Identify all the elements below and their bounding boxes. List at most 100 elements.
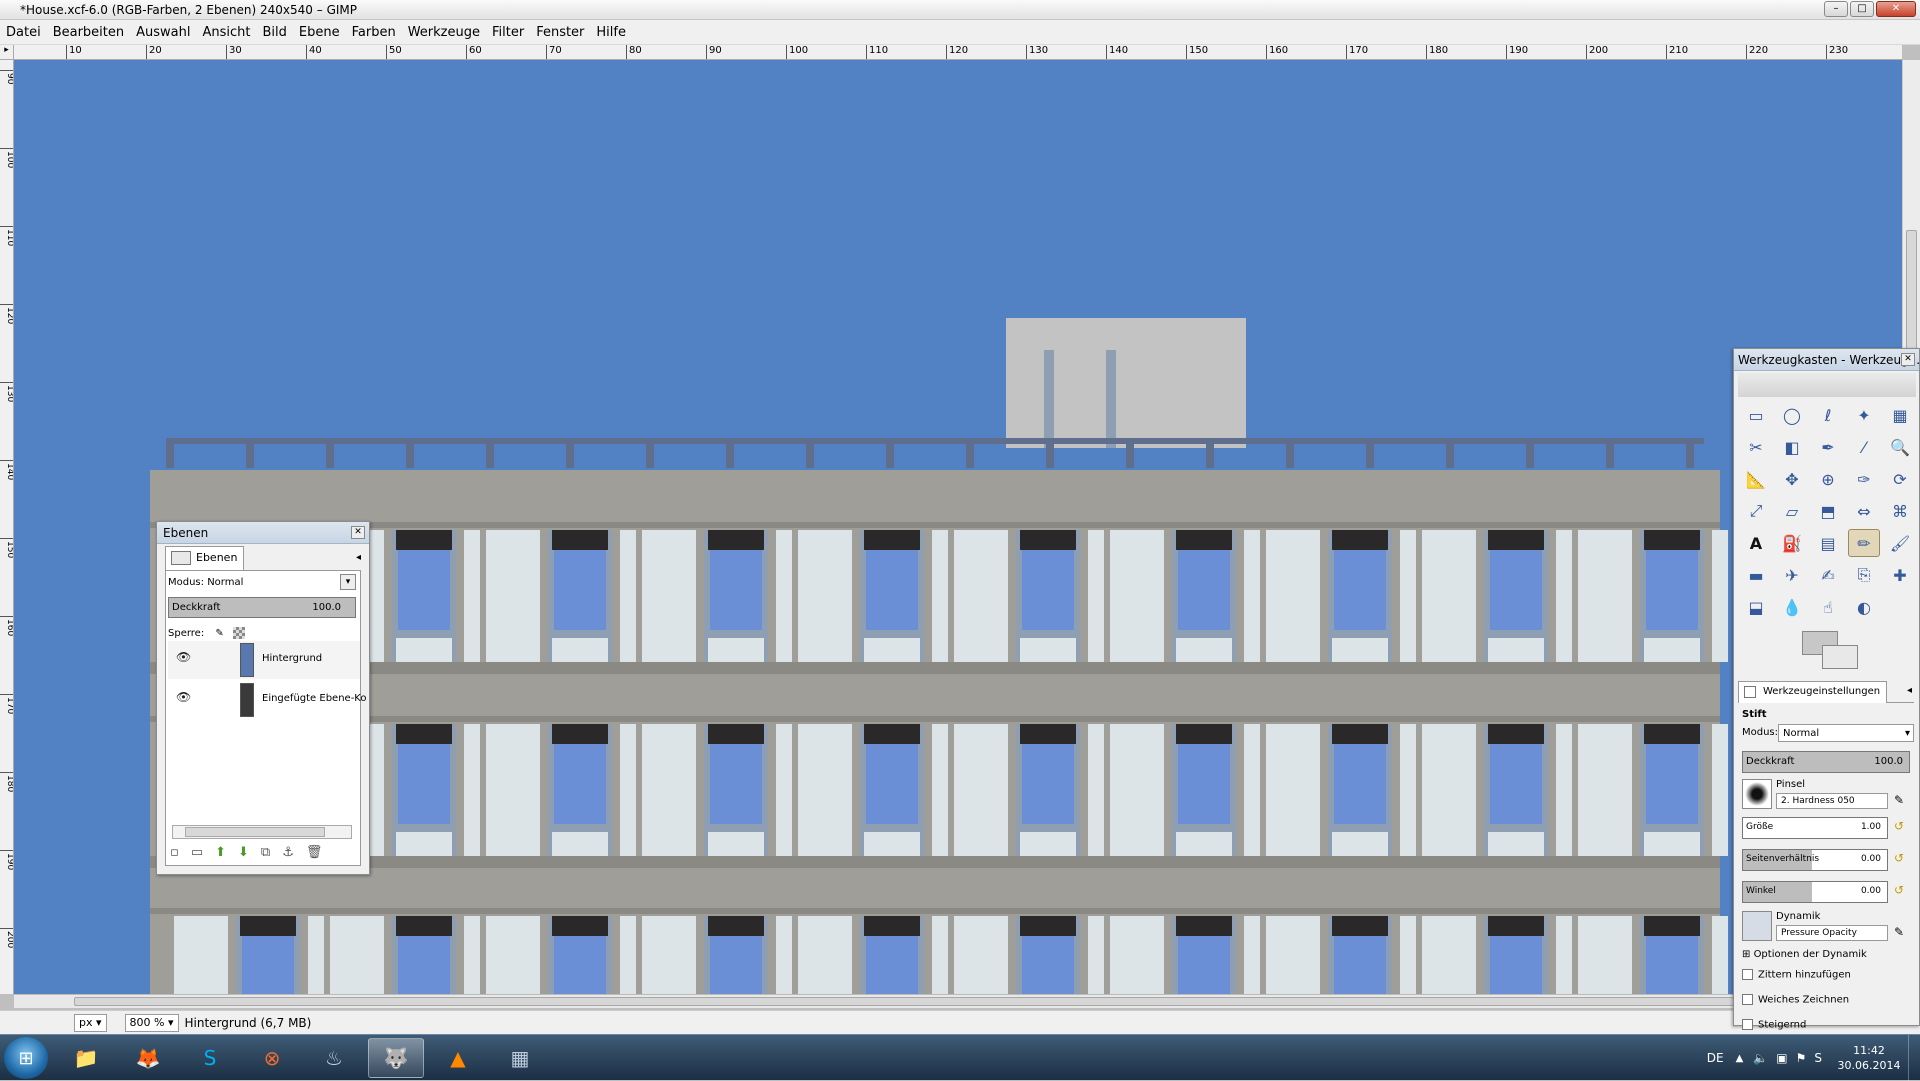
show-desktop-button[interactable] [1908,1035,1920,1081]
menu-bearbeiten[interactable]: Bearbeiten [53,25,124,40]
move-tool-icon[interactable]: ✥ [1776,465,1808,493]
tab-werkzeugeinstellungen[interactable]: Werkzeugeinstellungen [1738,681,1888,703]
language-indicator[interactable]: DE [1707,1051,1724,1065]
edit-brush-icon[interactable]: ✎ [1894,793,1904,807]
eye-icon[interactable]: 👁 [176,651,191,663]
menu-auswahl[interactable]: Auswahl [136,25,190,40]
firefox-icon[interactable]: 🦊 [120,1038,176,1078]
start-button[interactable]: ⊞ [4,1037,48,1079]
flip-tool-icon[interactable]: ⇔ [1848,497,1880,525]
flag-icon[interactable]: ⚑ [1796,1051,1807,1065]
dynamics-icon[interactable] [1742,911,1772,941]
delete-layer-icon[interactable]: 🗑 [306,845,323,860]
steam-icon[interactable]: ♨ [306,1038,362,1078]
blur-tool-icon[interactable]: 💧 [1776,593,1808,621]
dynamics-field[interactable]: Pressure Opacity [1776,925,1888,941]
menu-filter[interactable]: Filter [492,25,524,40]
volume-icon[interactable]: 🔈 [1753,1051,1768,1065]
perspective-clone-tool-icon[interactable]: ⬓ [1740,593,1772,621]
menu-ebene[interactable]: Ebene [299,25,340,40]
anchor-layer-icon[interactable]: ⚓ [282,845,294,860]
size-slider[interactable]: Größe 1.00 [1742,817,1888,839]
menu-datei[interactable]: Datei [6,25,41,40]
layers-dialog-header[interactable]: Ebenen ✕ [157,522,369,544]
scroll-thumb[interactable] [185,827,325,837]
new-group-icon[interactable]: ▭ [191,845,203,860]
text-tool-icon[interactable]: A [1740,529,1772,557]
menu-fenster[interactable]: Fenster [536,25,584,40]
perspective-tool-icon[interactable]: ⬒ [1812,497,1844,525]
layers-hscrollbar[interactable] [172,825,352,839]
edit-dynamics-icon[interactable]: ✎ [1894,925,1904,939]
clock[interactable]: 11:42 30.06.2014 [1830,1043,1908,1073]
new-layer-icon[interactable]: ▫ [170,845,179,860]
heal-tool-icon[interactable]: ✚ [1884,561,1916,589]
angle-slider[interactable]: Winkel 0.00 [1742,881,1888,903]
explorer-icon[interactable]: 📁 [58,1038,114,1078]
brush-preview[interactable] [1742,779,1772,809]
dynamics-options-expander[interactable]: ⊞ Optionen der Dynamik [1742,949,1867,960]
smooth-checkbox[interactable]: Weiches Zeichnen [1742,994,1849,1006]
rotate-tool-icon[interactable]: ⟳ [1884,465,1916,493]
origin-icon[interactable]: ⊗ [244,1038,300,1078]
cage-tool-icon[interactable]: ⌘ [1884,497,1916,525]
crop-tool-icon[interactable]: ✑ [1848,465,1880,493]
horizontal-scrollbar[interactable] [14,994,1902,1008]
unit-select[interactable]: px ▾ [74,1013,107,1032]
dodge-tool-icon[interactable]: ◐ [1848,593,1880,621]
calculator-icon[interactable]: ▦ [492,1038,548,1078]
zoom-select[interactable]: 800 % ▾ [124,1013,179,1032]
rect-select-tool-icon[interactable]: ▭ [1740,401,1772,429]
minimize-button[interactable]: – [1824,1,1848,17]
menu-hilfe[interactable]: Hilfe [596,25,626,40]
align-tool-icon[interactable]: ⊕ [1812,465,1844,493]
reset-icon[interactable]: ↺ [1894,851,1904,865]
aspect-slider[interactable]: Seitenverhältnis 0.00 [1742,849,1888,871]
measure-tool-icon[interactable]: 📐 [1740,465,1772,493]
gimp-icon[interactable]: 🐺 [368,1038,424,1078]
menu-ansicht[interactable]: Ansicht [202,25,250,40]
network-icon[interactable]: ▣ [1776,1051,1787,1065]
opacity-slider[interactable]: Deckkraft 100.0 [168,597,356,618]
menu-farben[interactable]: Farben [352,25,396,40]
shear-tool-icon[interactable]: ▱ [1776,497,1808,525]
bucket-fill-tool-icon[interactable]: ⛽ [1776,529,1808,557]
close-icon[interactable]: ✕ [351,526,365,539]
fuzzy-select-tool-icon[interactable]: ✦ [1848,401,1880,429]
alpha-lock-icon[interactable] [232,627,245,639]
ink-tool-icon[interactable]: ✍ [1812,561,1844,589]
tool-opacity-slider[interactable]: Deckkraft 100.0 [1742,751,1910,773]
scale-tool-icon[interactable]: ⤢ [1740,497,1772,525]
duplicate-layer-icon[interactable]: ⧉ [261,845,270,860]
close-button[interactable]: ✕ [1876,1,1916,17]
tray-expand-icon[interactable]: ▲ [1736,1053,1744,1064]
scroll-thumb[interactable] [74,997,1834,1006]
ruler-corner[interactable]: ▸ [0,45,14,60]
layer-row[interactable]: 👁 Hintergrund [168,641,360,679]
color-picker-tool-icon[interactable]: ⁄ [1848,433,1880,461]
tool-mode-select[interactable]: Normal ▾ [1778,724,1914,742]
toolbox-header[interactable]: Werkzeugkasten - Werkzeug... ✕ [1734,349,1919,371]
tab-menu-icon[interactable]: ◂ [1907,685,1912,696]
jitter-checkbox[interactable]: Zittern hinzufügen [1742,969,1851,981]
menu-werkzeuge[interactable]: Werkzeuge [408,25,480,40]
raise-layer-icon[interactable]: ⬆ [215,845,226,860]
mode-dropdown[interactable]: ▾ [340,574,356,590]
reset-icon[interactable]: ↺ [1894,883,1904,897]
brush-lock-icon[interactable]: ✎ [215,628,223,639]
scissors-tool-icon[interactable]: ✂ [1740,433,1772,461]
eraser-tool-icon[interactable]: ▬ [1740,561,1772,589]
pencil-tool-icon[interactable]: ✏ [1848,529,1880,557]
menu-bild[interactable]: Bild [263,25,287,40]
paths-tool-icon[interactable]: ✒ [1812,433,1844,461]
ellipse-select-tool-icon[interactable]: ◯ [1776,401,1808,429]
eye-icon[interactable]: 👁 [176,691,191,703]
horizontal-ruler[interactable]: 10 20 30 40 50 60 70 80 90 100 110 120 130 140 150 160 1… [14,45,1902,60]
layer-row[interactable]: 👁 Eingefügte Ebene-Ko [168,681,367,719]
clone-tool-icon[interactable]: ⎘ [1848,561,1880,589]
smudge-tool-icon[interactable]: ☝ [1812,593,1844,621]
airbrush-tool-icon[interactable]: ✈ [1776,561,1808,589]
tab-ebenen[interactable]: Ebenen [165,546,245,570]
free-select-tool-icon[interactable]: ℓ [1812,401,1844,429]
skype-icon[interactable]: S [182,1038,238,1078]
